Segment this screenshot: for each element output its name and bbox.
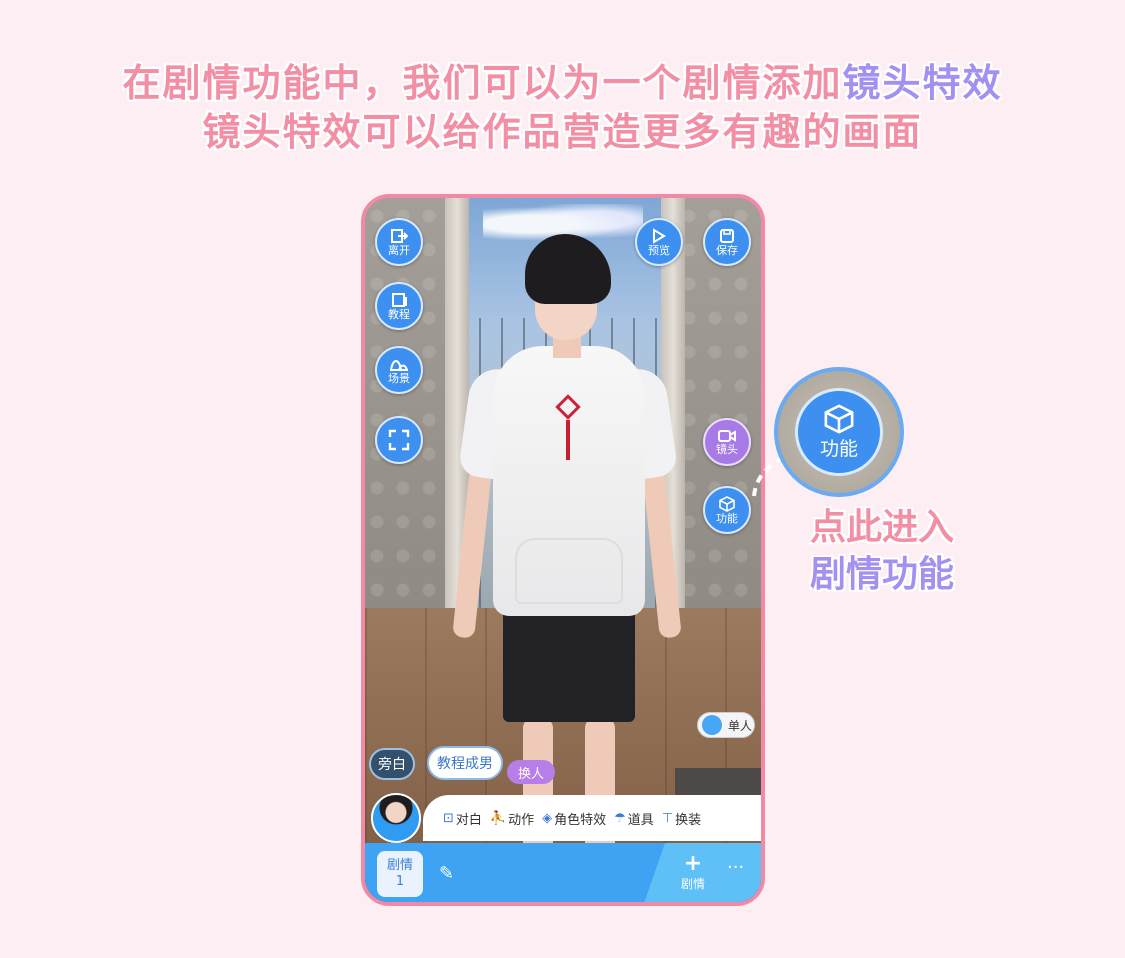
headline-highlight: 镜头特效 — [842, 61, 1003, 105]
action-toolbar: ⊡ 对白 ⛹ 动作 ◈ 角色特效 ☂ 道具 ⊤ 换装 — [423, 795, 761, 841]
droplet-icon: ◈ — [542, 810, 553, 826]
single-label: 单人 — [728, 718, 753, 733]
cube-icon — [824, 403, 854, 434]
tool-action[interactable]: ⛹ 动作 — [490, 809, 534, 828]
tutorial-label: 教程 — [388, 307, 410, 321]
function-button[interactable]: 功能 — [703, 486, 751, 534]
more-button[interactable]: ··· — [727, 857, 744, 878]
camera-button[interactable]: 镜头 — [703, 418, 751, 466]
tool-effect-label: 角色特效 — [554, 812, 607, 828]
callout-function-label: 功能 — [819, 437, 858, 460]
tool-outfit[interactable]: ⊤ 换装 — [662, 809, 701, 828]
narration-button[interactable]: 旁白 — [369, 748, 415, 780]
plot-tab-label: 剧情 — [386, 858, 413, 873]
save-icon — [720, 228, 734, 243]
add-plot-label: 剧情 — [681, 877, 706, 891]
play-icon — [653, 227, 666, 244]
headline-prefix: 在剧情功能中，我们可以为一个剧情添加 — [122, 61, 843, 105]
tool-props[interactable]: ☂ 道具 — [614, 809, 654, 828]
headline-line-1: 在剧情功能中，我们可以为一个剧情添加镜头特效 — [0, 52, 1125, 107]
swap-character-button[interactable]: 换人 — [507, 760, 555, 784]
add-plot-button[interactable]: + 剧情 — [681, 853, 705, 892]
shirt-icon: ⊤ — [661, 810, 674, 826]
tool-props-label: 道具 — [627, 812, 654, 828]
tool-character-effect[interactable]: ◈ 角色特效 — [542, 809, 606, 828]
preview-button[interactable]: 预览 — [635, 218, 683, 266]
plus-icon: + — [683, 851, 703, 876]
cube-icon — [719, 495, 735, 512]
plot-tab-number: 1 — [395, 874, 405, 889]
fullscreen-button[interactable] — [375, 416, 423, 464]
character-name-bubble[interactable]: 教程成男 — [427, 746, 503, 780]
tutorial-button[interactable]: 教程 — [375, 282, 423, 330]
leave-button[interactable]: 离开 — [375, 218, 423, 266]
plot-tab-1[interactable]: 剧情 1 — [377, 851, 423, 897]
hint-line-2: 剧情功能 — [810, 554, 955, 595]
avatar[interactable] — [371, 793, 421, 843]
leave-label: 离开 — [388, 243, 410, 257]
fullscreen-icon — [388, 429, 410, 451]
exit-icon — [391, 228, 408, 243]
figure-icon: ⛹ — [489, 810, 507, 826]
save-label: 保存 — [716, 243, 738, 257]
tool-dialogue[interactable]: ⊡ 对白 — [443, 809, 482, 828]
camera-icon — [718, 429, 736, 442]
save-button[interactable]: 保存 — [703, 218, 751, 266]
chat-icon: ⊡ — [443, 810, 454, 826]
tool-dialogue-label: 对白 — [455, 812, 482, 828]
edit-icon[interactable]: ✎ — [439, 863, 454, 884]
scene-icon — [390, 359, 408, 371]
callout-function-button[interactable]: 功能 — [795, 388, 883, 476]
tool-action-label: 动作 — [508, 812, 535, 828]
umbrella-icon: ☂ — [614, 810, 626, 826]
bottom-bar: 剧情 1 ✎ + 剧情 ··· — [365, 843, 761, 902]
headline-line-2: 镜头特效可以给作品营造更多有趣的画面 — [202, 110, 923, 154]
preview-label: 预览 — [648, 243, 670, 257]
function-label: 功能 — [716, 511, 738, 525]
camera-label: 镜头 — [716, 442, 738, 456]
callout-zoom: 功能 — [774, 367, 904, 497]
scene-button[interactable]: 场景 — [375, 346, 423, 394]
book-icon — [392, 292, 407, 307]
toggle-knob — [702, 715, 722, 735]
single-mode-toggle[interactable]: 单人 — [697, 712, 755, 738]
scene-label: 场景 — [388, 371, 410, 385]
tool-outfit-label: 换装 — [675, 812, 702, 828]
hint-line-1: 点此进入 — [810, 507, 955, 548]
phone-screen: 离开 教程 场景 预览 保存 镜头 功能 单人 旁白 教程成男 换人 ⊡ 对白 ⛹… — [361, 194, 765, 906]
